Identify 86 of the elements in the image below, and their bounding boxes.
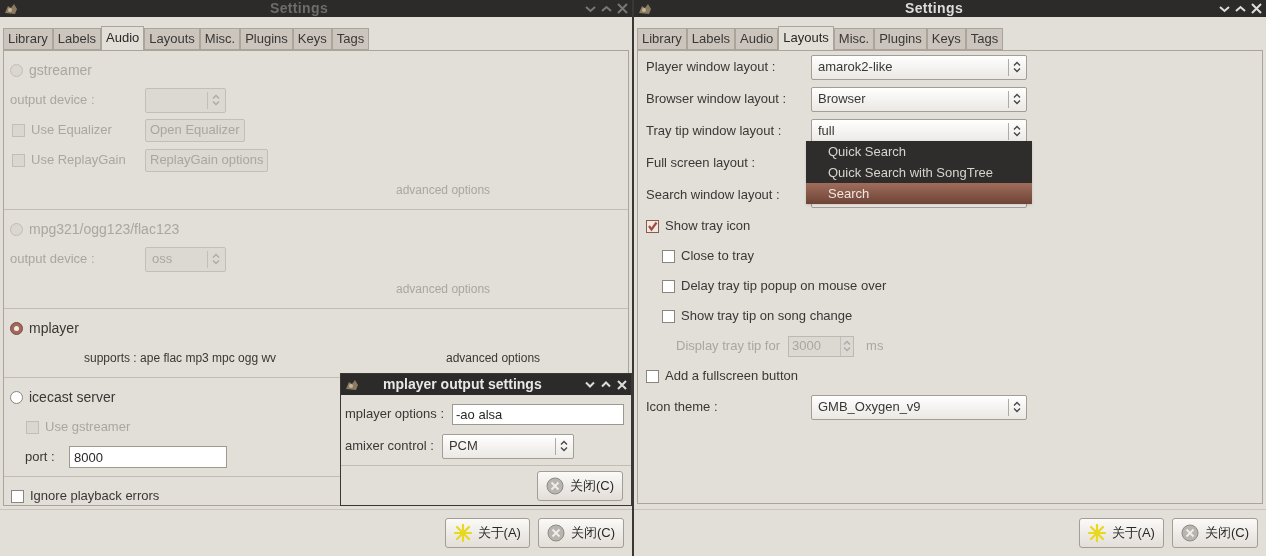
field-label: Tray tip window layout : [646,122,783,141]
spinner-arrows-icon [1013,61,1021,73]
star-burst-icon [1087,524,1106,542]
field-label: output device : [10,91,96,110]
checkbox-label: Show tray icon [665,217,751,236]
port-field[interactable]: 8000 [69,446,227,468]
about-button[interactable]: 关于(A) [444,518,530,548]
field-label: output device : [10,250,96,269]
tab[interactable]: Audio [735,28,779,50]
spinner-arrows-icon [1013,401,1021,413]
field-label: Search window layout : [646,186,781,205]
window-title: Settings [270,0,328,17]
tab[interactable]: Audio [101,26,145,50]
field-label: mplayer options : [345,405,444,424]
tab[interactable]: Tags [965,28,1004,50]
supported-formats-text: supports : ape flac mp3 mpc ogg wv [84,350,278,367]
dropdown[interactable]: GMB_Oxygen_v9 [811,394,1027,420]
tab[interactable]: Misc. [199,28,241,50]
checkbox[interactable] [662,249,675,263]
field-label: Icon theme : [646,398,719,417]
checkbox-label: Delay tray tip popup on mouse over [681,277,887,296]
radio-button[interactable] [10,390,23,404]
tab[interactable]: Keys [292,28,332,50]
checkbox[interactable] [662,309,675,323]
field-label: Browser window layout : [646,90,788,109]
spinner-arrows-icon [212,94,220,106]
close-button[interactable]: 关闭(C) [536,470,623,501]
field-label: Full screen layout : [646,154,756,173]
window-title: Settings [905,0,963,17]
dropdown[interactable]: amarok2-like [811,54,1027,80]
app-icon [638,2,652,15]
spinner-arrows-icon [843,340,852,352]
tab[interactable]: Library [3,28,53,50]
spinner-arrows-icon [1013,125,1021,137]
close-circle-icon [1180,524,1199,542]
dropdown[interactable]: PCM [441,433,574,459]
checkbox-label: Show tray tip on song change [681,307,853,326]
option-label: gstreamer [29,60,93,80]
star-burst-icon [453,524,472,542]
unit-label: ms [866,337,884,356]
checkbox[interactable] [11,489,24,503]
tab[interactable]: Labels [686,28,736,50]
close-circle-icon [545,476,564,495]
menu-item[interactable]: Quick Search with SongTree [806,162,1032,183]
checkbox-label: Ignore playback errors [30,487,160,506]
tab[interactable]: Plugins [874,28,927,50]
radio-button[interactable] [10,321,23,335]
menu-item[interactable]: Search [806,183,1032,204]
app-icon [345,378,359,391]
tab[interactable]: Misc. [833,28,875,50]
field-label: amixer control : [345,437,434,456]
close-circle-icon [546,524,565,542]
checkbox-label: Close to tray [681,247,754,266]
tab[interactable]: Library [637,28,687,50]
spinner-arrows-icon [559,440,568,452]
tab[interactable]: Plugins [240,28,293,50]
tab[interactable]: Layouts [144,28,200,50]
checkbox[interactable] [646,369,659,383]
dropdown[interactable]: Browser [811,86,1027,112]
checkbox-label: Add a fullscreen button [665,367,798,386]
tab[interactable]: Tags [331,28,370,50]
close-button[interactable]: 关闭(C) [1171,518,1258,548]
checkbox-label: Use gstreamer [45,418,131,437]
advanced-options-link[interactable]: advanced options [446,349,541,367]
spinner-arrows-icon [1013,93,1021,105]
field-label: Player window layout : [646,58,777,77]
checkbox-label: Use ReplayGain [31,151,126,170]
field-label: port : [25,448,56,467]
options-field[interactable]: -ao alsa [452,403,624,425]
window-title: mplayer output settings [383,375,542,394]
checkbox[interactable] [662,279,675,293]
tab[interactable]: Labels [52,28,102,50]
spinner-arrows-icon [212,253,220,265]
app-icon [4,2,18,15]
menu-item[interactable]: Quick Search [806,141,1032,162]
tab[interactable]: Keys [926,28,966,50]
checkbox[interactable] [646,219,659,233]
field-label: Display tray tip for [676,337,781,356]
option-label: mplayer [29,318,79,338]
close-button[interactable]: 关闭(C) [537,518,624,548]
tab[interactable]: Layouts [778,26,834,50]
checkbox-label: Use Equalizer [31,121,112,140]
option-label: icecast server [29,387,116,407]
option-label: mpg321/ogg123/flac123 [29,219,180,239]
about-button[interactable]: 关于(A) [1078,518,1164,548]
dropdown[interactable]: full [811,118,1027,144]
